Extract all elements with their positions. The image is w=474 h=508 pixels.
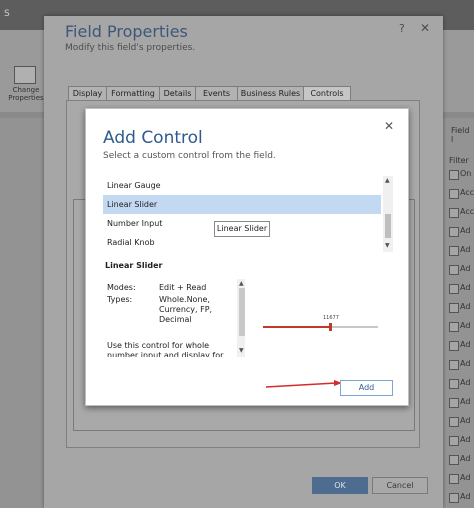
field-list-item[interactable]: Ad <box>460 321 470 330</box>
tab-details[interactable]: Details <box>159 86 196 100</box>
topbar-text: S <box>4 9 10 19</box>
right-panel: Field l Filter On Acc Acc Ad Ad Ad Ad Ad Ad Ad Ad A… <box>443 118 474 508</box>
field-list-item[interactable]: Ad <box>460 226 470 235</box>
control-list-scrollbar[interactable]: ▲ ▼ <box>383 176 393 252</box>
control-name: Linear Slider <box>105 261 163 270</box>
field-list-item[interactable]: Ad <box>460 397 470 406</box>
field-checkbox[interactable] <box>449 360 459 370</box>
field-list-item[interactable]: Ad <box>460 283 470 292</box>
field-explorer-header: Field l <box>451 126 470 144</box>
field-list-item[interactable]: Acc <box>460 188 474 197</box>
tab-display[interactable]: Display <box>68 86 107 100</box>
field-list-item[interactable]: Ad <box>460 340 470 349</box>
field-checkbox[interactable] <box>449 284 459 294</box>
scroll-up-icon[interactable]: ▲ <box>239 280 244 287</box>
field-checkbox[interactable] <box>449 227 459 237</box>
field-checkbox[interactable] <box>449 417 459 427</box>
scroll-down-icon[interactable]: ▼ <box>239 347 244 354</box>
field-list-item[interactable]: Ad <box>460 359 470 368</box>
add-control-dialog: Add Control Select a custom control from… <box>85 108 409 406</box>
tab-formatting[interactable]: Formatting <box>106 86 160 100</box>
field-checkbox[interactable] <box>449 341 459 351</box>
help-icon[interactable]: ? <box>399 22 405 35</box>
field-list-item[interactable]: Ad <box>460 492 470 501</box>
tab-business-rules[interactable]: Business Rules <box>237 86 304 100</box>
scroll-down-icon[interactable]: ▼ <box>385 242 390 249</box>
red-arrow-icon <box>266 380 342 388</box>
field-list-item[interactable]: Ad <box>460 416 470 425</box>
control-item-linear-slider[interactable]: Linear Slider <box>103 195 381 214</box>
field-list-item[interactable]: Ad <box>460 378 470 387</box>
scroll-thumb[interactable] <box>385 214 391 238</box>
scroll-thumb[interactable] <box>239 288 245 336</box>
field-checkbox[interactable] <box>449 265 459 275</box>
control-item-linear-gauge[interactable]: Linear Gauge <box>103 176 381 195</box>
slider-thumb[interactable] <box>328 323 332 331</box>
field-list-item[interactable]: Ad <box>460 473 470 482</box>
types-label: Types: <box>107 295 133 304</box>
field-checkbox[interactable] <box>449 474 459 484</box>
description-scrollbar[interactable]: ▲ ▼ <box>237 279 245 357</box>
modes-label: Modes: <box>107 283 136 292</box>
tooltip: Linear Slider <box>214 221 270 237</box>
field-checkbox[interactable] <box>449 189 459 199</box>
field-list-item[interactable]: Ad <box>460 302 470 311</box>
scroll-up-icon[interactable]: ▲ <box>385 177 390 184</box>
field-checkbox[interactable] <box>449 303 459 313</box>
field-checkbox[interactable] <box>449 322 459 332</box>
field-checkbox[interactable] <box>449 170 459 180</box>
slider-fill <box>263 326 330 328</box>
field-checkbox[interactable] <box>449 379 459 389</box>
tab-controls[interactable]: Controls <box>303 86 351 100</box>
field-list-item[interactable]: Ad <box>460 264 470 273</box>
change-properties-icon[interactable] <box>14 66 36 84</box>
field-list-item[interactable]: Ad <box>460 245 470 254</box>
slider-preview[interactable]: 11677 <box>263 315 378 333</box>
field-checkbox[interactable] <box>449 208 459 218</box>
types-value: Whole.None, Currency, FP, Decimal <box>159 295 213 324</box>
field-list-item[interactable]: On <box>460 169 471 178</box>
field-list-item[interactable]: Ad <box>460 435 470 444</box>
description-text: Use this control for whole number input … <box>107 341 224 357</box>
field-list-item[interactable]: Acc <box>460 207 474 216</box>
modes-value: Edit + Read <box>159 283 207 292</box>
add-control-title: Add Control <box>103 128 203 148</box>
dialog-subtitle: Modify this field's properties. <box>65 43 196 53</box>
left-panel <box>0 118 44 508</box>
field-checkbox[interactable] <box>449 398 459 408</box>
field-checkbox[interactable] <box>449 436 459 446</box>
slider-value: 11677 <box>323 315 339 321</box>
close-icon[interactable]: ✕ <box>420 21 430 35</box>
field-checkbox[interactable] <box>449 246 459 256</box>
field-checkbox[interactable] <box>449 455 459 465</box>
close-icon[interactable]: ✕ <box>384 119 394 133</box>
cancel-button[interactable]: Cancel <box>372 477 428 494</box>
change-properties-button[interactable]: Change Properties <box>6 86 46 102</box>
field-checkbox[interactable] <box>449 493 459 503</box>
filter-label: Filter <box>449 156 469 165</box>
dialog-title: Field Properties <box>65 22 188 41</box>
add-control-subtitle: Select a custom control from the field. <box>103 151 276 161</box>
tab-events[interactable]: Events <box>195 86 238 100</box>
control-description: Modes: Edit + Read Types: Whole.None, Cu… <box>103 279 245 357</box>
control-list[interactable]: Linear Gauge Linear Slider Number Input … <box>103 176 393 252</box>
ok-button[interactable]: OK <box>312 477 368 494</box>
field-list-item[interactable]: Ad <box>460 454 470 463</box>
add-button[interactable]: Add <box>340 380 393 396</box>
